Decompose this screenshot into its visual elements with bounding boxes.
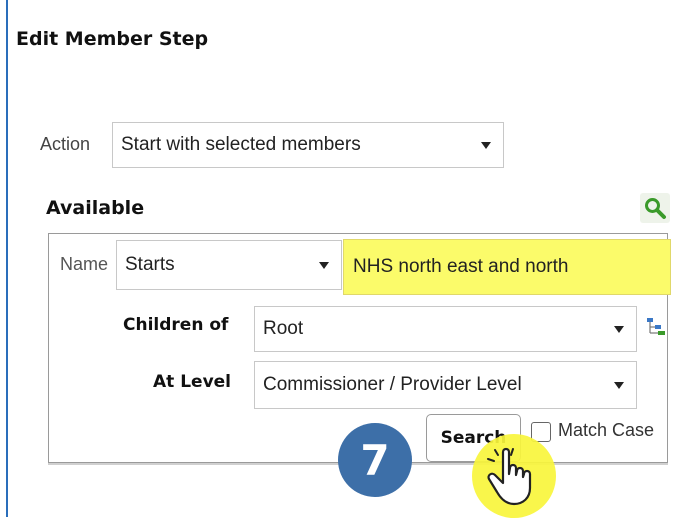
hierarchy-icon[interactable] <box>645 316 667 338</box>
chevron-down-icon <box>481 142 491 149</box>
dialog-title: Edit Member Step <box>16 28 209 50</box>
children-of-select[interactable]: Root <box>254 306 637 352</box>
name-search-value: NHS north east and north <box>353 256 569 277</box>
chevron-down-icon <box>614 326 624 333</box>
match-case-label: Match Case <box>558 420 655 440</box>
at-level-label: At Level <box>153 372 232 392</box>
chevron-down-icon <box>614 382 624 389</box>
action-label: Action <box>40 134 91 154</box>
name-search-input[interactable]: NHS north east and north <box>343 239 671 295</box>
name-operator-value: Starts <box>125 254 175 275</box>
action-select-value: Start with selected members <box>121 134 361 155</box>
action-select[interactable]: Start with selected members <box>112 122 504 168</box>
children-of-value: Root <box>263 318 304 339</box>
name-label: Name <box>60 254 109 274</box>
at-level-select[interactable]: Commissioner / Provider Level <box>254 361 637 409</box>
at-level-value: Commissioner / Provider Level <box>263 374 522 395</box>
children-of-label: Children of <box>123 315 229 335</box>
pointer-hand-icon <box>483 444 543 508</box>
search-icon[interactable] <box>640 193 670 223</box>
available-heading: Available <box>46 197 145 219</box>
name-operator-select[interactable]: Starts <box>116 240 342 290</box>
step-number-badge: 7 <box>338 423 412 497</box>
chevron-down-icon <box>319 262 329 269</box>
